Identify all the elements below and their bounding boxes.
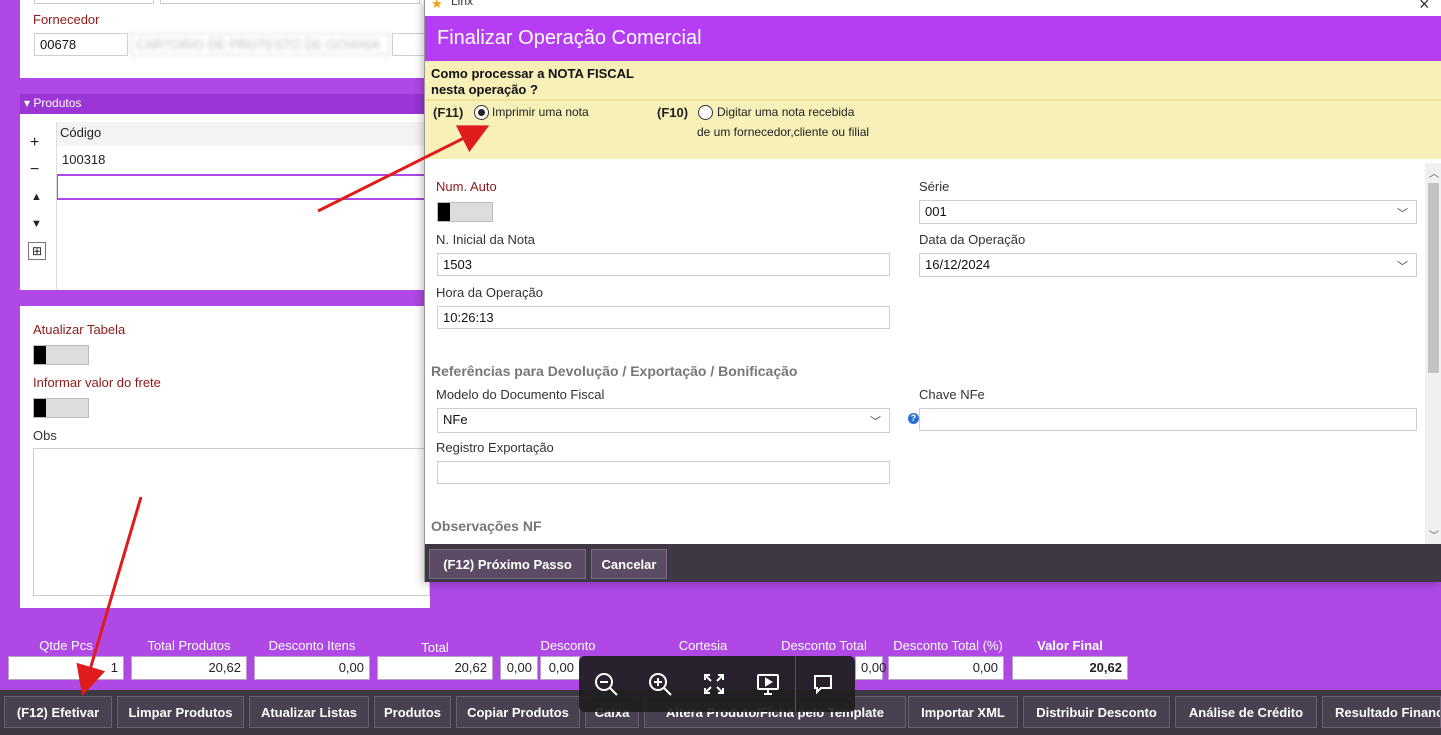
arrow-to-imprimir	[317, 125, 490, 213]
comment-icon[interactable]	[795, 656, 850, 712]
zoom-in-icon[interactable]	[633, 656, 687, 712]
slideshow-icon[interactable]	[741, 656, 795, 712]
arrow-to-efetivar	[76, 496, 143, 696]
annotation-arrows	[76, 125, 490, 696]
viewer-toolbar	[579, 656, 855, 712]
fullscreen-icon[interactable]	[687, 656, 741, 712]
zoom-out-icon[interactable]	[579, 656, 633, 712]
